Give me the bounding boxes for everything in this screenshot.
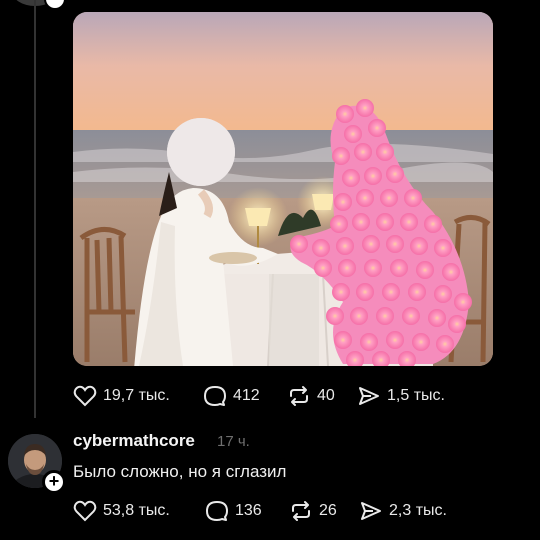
repost-arrows-icon <box>290 386 308 406</box>
like-count: 19,7 тыс. <box>103 387 170 404</box>
post-image[interactable] <box>73 12 493 366</box>
reply-count: 412 <box>233 387 260 404</box>
repost-button[interactable]: 26 <box>289 499 359 523</box>
share-button[interactable]: 2,3 тыс. <box>359 499 447 523</box>
share-count: 1,5 тыс. <box>387 387 445 404</box>
speech-bubble-icon <box>204 386 226 406</box>
repost-count: 26 <box>319 502 337 519</box>
send-icon <box>359 387 379 405</box>
like-button[interactable]: 53,8 тыс. <box>73 500 205 522</box>
repost-button[interactable]: 40 <box>287 384 357 408</box>
post2-actions: 53,8 тыс. 136 26 2,3 тыс. <box>73 498 447 524</box>
repost-count: 40 <box>317 387 335 404</box>
like-button[interactable]: 19,7 тыс. <box>73 385 203 407</box>
follow-plus-icon[interactable]: + <box>42 470 66 494</box>
repost-arrows-icon <box>292 501 310 521</box>
previous-follow-plus-icon[interactable] <box>44 0 66 10</box>
post-text: Было сложно, но я сглазил <box>73 462 287 481</box>
like-count: 53,8 тыс. <box>103 502 170 519</box>
share-button[interactable]: 1,5 тыс. <box>357 384 445 408</box>
send-icon <box>361 502 381 520</box>
reply-button[interactable]: 136 <box>205 499 289 523</box>
timestamp: 17 ч. <box>217 433 250 450</box>
speech-bubble-icon <box>206 501 228 521</box>
reply-button[interactable]: 412 <box>203 384 287 408</box>
post1-actions: 19,7 тыс. 412 40 1,5 тыс. <box>73 383 445 409</box>
reply-count: 136 <box>235 502 262 519</box>
thread-line <box>34 0 36 418</box>
username[interactable]: cybermathcore <box>73 431 195 451</box>
heart-icon <box>73 385 97 407</box>
heart-icon <box>73 500 97 522</box>
share-count: 2,3 тыс. <box>389 502 447 519</box>
